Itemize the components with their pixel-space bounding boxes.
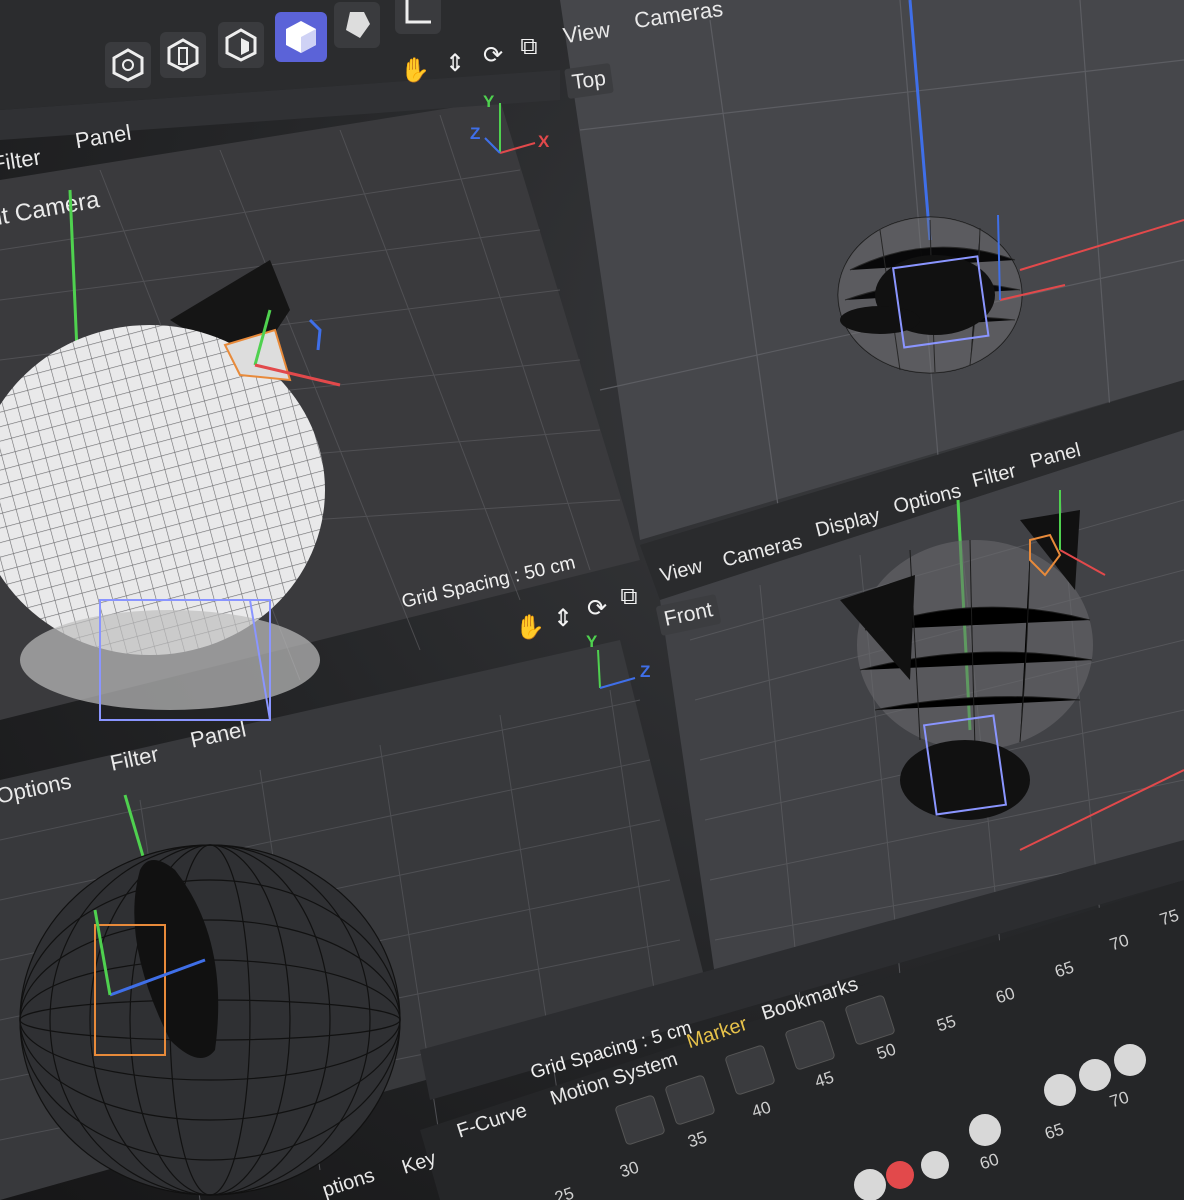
keyframe-curve-button	[785, 1020, 835, 1070]
play-settings-button	[969, 1114, 1001, 1146]
perspective-model	[0, 189, 341, 721]
spline-icon	[405, 0, 431, 24]
keyframe-settings-button	[921, 1151, 949, 1179]
generator-tool-button[interactable]	[218, 22, 264, 68]
polygon-tool-button[interactable]	[105, 42, 151, 88]
side-axis-y: Y	[586, 632, 598, 651]
perspective-axis-x: X	[538, 132, 550, 151]
deformer-icon	[346, 12, 370, 38]
hand-icon[interactable]: ✋	[515, 612, 545, 642]
cube-outline-icon	[225, 28, 257, 62]
top-viewport-label: Top	[564, 62, 614, 100]
maximize-icon[interactable]: ⧉	[614, 582, 644, 612]
hand-icon[interactable]: ✋	[400, 55, 430, 85]
record-button	[854, 1169, 886, 1200]
keyframe-step-button	[725, 1045, 775, 1095]
timeline-controls	[615, 995, 1146, 1200]
nurbs-icon	[167, 38, 199, 72]
top-view-model	[837, 0, 1184, 374]
hexagon-icon	[112, 48, 144, 82]
side-view-model	[19, 794, 401, 1196]
side-axis-z: Z	[640, 662, 651, 681]
rotate-icon[interactable]: ⟳	[478, 40, 508, 70]
keyframe-spline-button	[845, 995, 895, 1045]
keyframe-linear-button	[665, 1075, 715, 1125]
move-icon[interactable]: ⇕	[440, 48, 470, 78]
maximize-icon[interactable]: ⧉	[514, 32, 544, 62]
autokey-button	[886, 1161, 914, 1189]
move-icon[interactable]: ⇕	[548, 603, 578, 633]
screen: ✋ ⇕ ⟳ ⧉ Filter Panel lt Camera Grid Spac…	[0, 0, 1184, 1200]
rotate-key-button	[1079, 1059, 1111, 1091]
perspective-axis-z: Z	[470, 124, 481, 143]
front-view-model	[840, 490, 1184, 851]
nurbs-tool-button[interactable]	[160, 32, 206, 78]
cube-tool-button[interactable]	[275, 12, 327, 62]
keyframe-ease-button	[615, 1095, 665, 1145]
spline-tool-button[interactable]	[395, 0, 441, 34]
rotate-icon[interactable]: ⟳	[582, 593, 612, 623]
deformer-tool-button[interactable]	[334, 2, 380, 48]
cube-icon	[286, 21, 316, 53]
perspective-axis-y: Y	[483, 92, 495, 111]
scale-key-button	[1114, 1044, 1146, 1076]
move-key-button	[1044, 1074, 1076, 1106]
